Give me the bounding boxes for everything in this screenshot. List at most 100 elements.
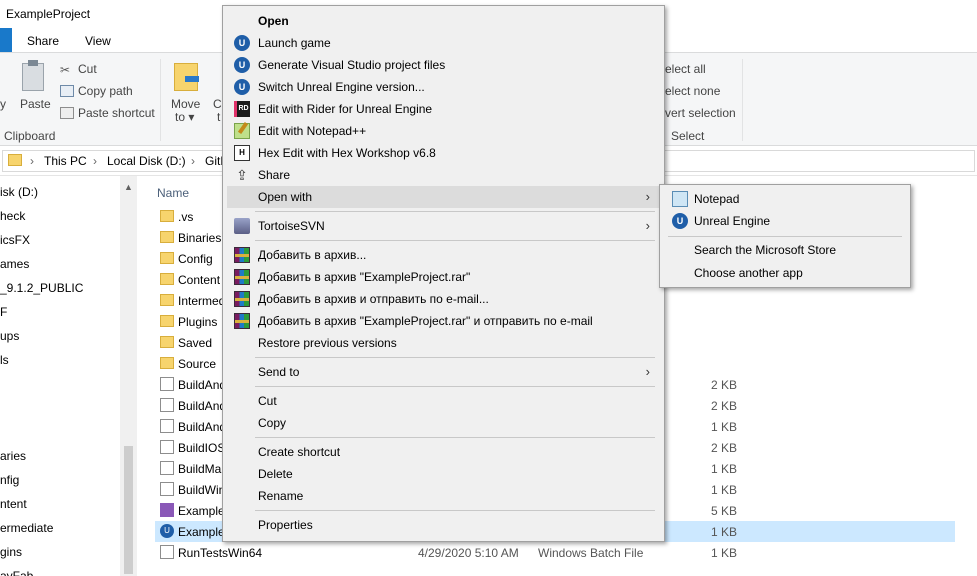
folder-icon [160,294,174,306]
menu-item-label: Edit with Rider for Unreal Engine [258,102,433,116]
nav-item[interactable]: ermediate [0,521,53,535]
select-all-button[interactable]: elect all [665,62,706,76]
submenu-item-label: Unreal Engine [694,214,771,228]
navigation-pane: isk (D:) heck icsFX ames _9.1.2_PUBLIC F… [0,176,140,576]
file-name: Example [178,525,225,539]
nav-item[interactable]: isk (D:) [0,185,38,199]
menu-item-edit-with-notepadpp[interactable]: Edit with Notepad++ [227,120,660,142]
paste-icon[interactable] [22,60,44,91]
select-none-button[interactable]: elect none [665,84,720,98]
menu-item-open-with[interactable]: Open with › [227,186,660,208]
file-name: .vs [178,210,194,224]
menu-item-open[interactable]: Open [227,10,660,32]
nav-item[interactable]: icsFX [0,233,30,247]
menu-item-hex-edit[interactable]: H Hex Edit with Hex Workshop v6.8 [227,142,660,164]
breadcrumb-local-disk[interactable]: Local Disk (D:) [107,154,186,168]
submenu-item-search-store[interactable]: Search the Microsoft Store [664,239,906,261]
nav-item[interactable]: ames [0,257,29,271]
menu-item-delete[interactable]: Delete [227,463,660,485]
nav-item[interactable]: ayFab [0,569,33,576]
menu-item-label: Добавить в архив... [258,248,367,262]
unreal-icon: U [234,57,250,73]
menu-item-label: Hex Edit with Hex Workshop v6.8 [258,146,436,160]
submenu-item-notepad[interactable]: Notepad [664,188,906,210]
nav-item[interactable]: gins [0,545,22,559]
folder-icon [160,231,174,243]
menu-item-restore-previous[interactable]: Restore previous versions [227,332,660,354]
menu-item-label: Rename [258,489,304,503]
move-to-icon[interactable] [174,63,199,91]
unreal-icon: U [672,213,688,229]
tab-file[interactable] [0,28,12,52]
nav-scrollbar[interactable]: ▲ [120,176,137,576]
move-to-button[interactable]: Move [171,97,200,111]
nav-item[interactable]: ntent [0,497,27,511]
file-size: 1 KB [710,420,737,434]
column-header-name[interactable]: Name [157,186,189,200]
menu-item-copy[interactable]: Copy [227,412,660,434]
open-with-submenu: Notepad U Unreal Engine Search the Micro… [659,184,911,288]
tab-view[interactable]: View [85,34,111,48]
menu-item-properties[interactable]: Properties [227,514,660,536]
file-name: RunTestsWin64 [178,546,263,560]
menu-item-edit-with-rider[interactable]: RD Edit with Rider for Unreal Engine [227,98,660,120]
menu-item-generate-vs-files[interactable]: U Generate Visual Studio project files [227,54,660,76]
move-to-button-line2[interactable]: to ▾ [175,110,194,124]
folder-icon [160,273,174,285]
file-size: 1 KB [710,546,737,560]
clipboard-group-label: Clipboard [4,129,56,143]
file-icon [160,377,174,391]
copy-to-button-line2[interactable]: t [217,110,220,124]
menu-item-add-and-email[interactable]: Добавить в архив и отправить по e-mail..… [227,288,660,310]
menu-item-rename[interactable]: Rename [227,485,660,507]
submenu-item-unreal-engine[interactable]: U Unreal Engine [664,210,906,232]
nav-item[interactable]: aries [0,449,26,463]
file-name: Binaries [178,231,222,245]
nav-item[interactable]: F [0,305,7,319]
tab-share[interactable]: Share [27,34,59,48]
menu-item-send-to[interactable]: Send to › [227,361,660,383]
menu-item-create-shortcut[interactable]: Create shortcut [227,441,660,463]
file-date: 4/29/2020 5:10 AM [418,546,519,560]
menu-item-tortoisesvn[interactable]: TortoiseSVN › [227,215,660,237]
menu-item-label: Properties [258,518,313,532]
nav-item[interactable]: _9.1.2_PUBLIC [0,281,83,295]
file-name: BuildMa [178,462,222,476]
nav-item[interactable]: heck [0,209,25,223]
menu-item-share[interactable]: ⇪ Share [227,164,660,186]
paste-shortcut-button[interactable]: Paste shortcut [78,106,155,120]
invert-selection-button[interactable]: vert selection [665,106,736,120]
menu-item-label: Open with [258,190,313,204]
file-size: 2 KB [710,378,737,392]
menu-item-label: Добавить в архив "ExampleProject.rar" и … [258,314,593,328]
menu-separator [255,211,655,212]
chevron-up-icon[interactable]: ▲ [124,182,133,192]
file-size: 1 KB [710,525,737,539]
file-name: Example [178,504,225,518]
scrollbar-thumb[interactable] [124,446,133,574]
copy-path-icon [60,85,74,97]
file-icon [160,461,174,475]
paste-partial-label[interactable]: y [0,97,6,111]
cut-button[interactable]: Cut [78,62,97,76]
menu-separator [668,236,902,237]
nav-item[interactable]: nfig [0,473,19,487]
menu-item-switch-ue-version[interactable]: U Switch Unreal Engine version... [227,76,660,98]
menu-item-label: Restore previous versions [258,336,397,350]
ribbon-separator [160,59,161,141]
menu-item-launch-game[interactable]: U Launch game [227,32,660,54]
menu-item-add-rar-and-email[interactable]: Добавить в архив "ExampleProject.rar" и … [227,310,660,332]
paste-button[interactable]: Paste [20,97,51,111]
menu-item-add-to-archive[interactable]: Добавить в архив... [227,244,660,266]
nav-item[interactable]: ups [0,329,19,343]
nav-item[interactable]: ls [0,353,9,367]
share-icon: ⇪ [236,167,248,183]
folder-icon [160,357,174,369]
table-row[interactable]: RunTestsWin64 4/29/2020 5:10 AM Windows Ba… [155,542,955,563]
copy-path-button[interactable]: Copy path [78,84,133,98]
submenu-item-choose-another-app[interactable]: Choose another app [664,262,906,284]
breadcrumb-this-pc[interactable]: This PC [44,154,87,168]
menu-item-cut[interactable]: Cut [227,390,660,412]
menu-item-add-to-rar[interactable]: Добавить в архив "ExampleProject.rar" [227,266,660,288]
hex-workshop-icon: H [234,145,250,161]
